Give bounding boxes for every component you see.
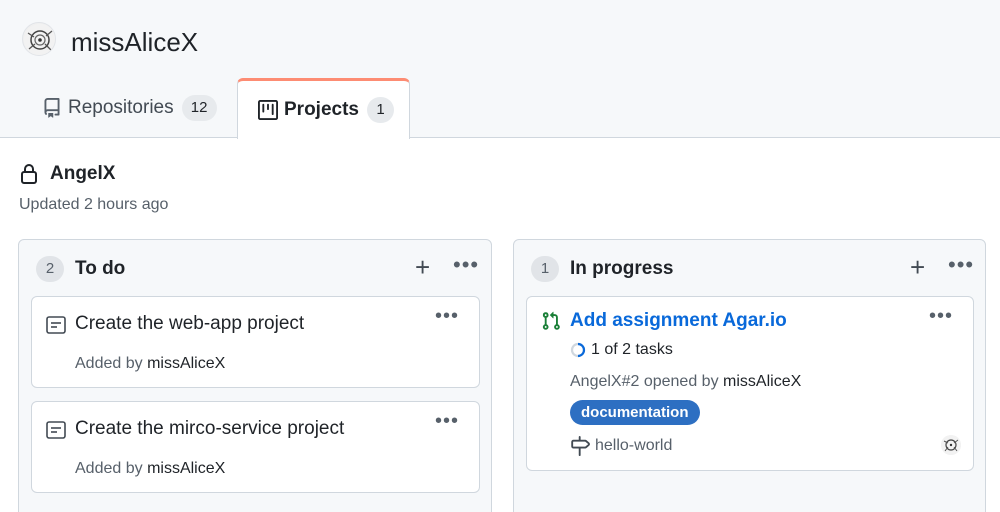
added-by-user-link[interactable]: missAliceX (147, 460, 225, 477)
column-card-count: 1 (531, 256, 559, 282)
milestone[interactable]: hello-world (570, 436, 672, 456)
note-icon (46, 421, 66, 439)
column-menu-button[interactable]: ••• (948, 254, 974, 276)
column-menu-button[interactable]: ••• (453, 254, 479, 276)
column-header: 2 To do + ••• (19, 254, 491, 284)
tab-repositories[interactable]: Repositories 12 (42, 78, 217, 138)
task-progress: 1 of 2 tasks (570, 341, 673, 359)
note-card[interactable]: Create the web-app project ••• Added by … (31, 296, 480, 388)
task-progress-ring-icon (570, 342, 586, 358)
add-card-button[interactable]: + (415, 254, 430, 280)
milestone-icon (570, 436, 590, 456)
pull-request-icon (541, 311, 561, 331)
note-meta: Added by missAliceX (75, 460, 225, 478)
repo-icon (42, 98, 62, 118)
label-documentation[interactable]: documentation (570, 400, 700, 425)
profile-header: missAliceX Repositories 12 Projects 1 (0, 0, 1000, 139)
note-card[interactable]: Create the mirco-service project ••• Add… (31, 401, 480, 493)
tab-projects[interactable]: Projects 1 (237, 78, 410, 139)
card-menu-button[interactable]: ••• (929, 305, 953, 328)
project-icon (258, 100, 278, 120)
project-title[interactable]: AngelX (50, 163, 115, 185)
card-menu-button[interactable]: ••• (435, 305, 459, 328)
column-title: To do (75, 258, 126, 279)
milestone-text: hello-world (595, 437, 673, 454)
issue-meta: AngelX#2 opened by missAliceX (570, 373, 801, 391)
column-card-count: 2 (36, 256, 64, 282)
assignee-avatar[interactable] (941, 435, 961, 455)
column-header: 1 In progress + ••• (514, 254, 985, 284)
card-menu-button[interactable]: ••• (435, 410, 459, 433)
column-title: In progress (570, 258, 674, 279)
added-by-user-link[interactable]: missAliceX (147, 355, 225, 372)
issue-ref-text: AngelX#2 opened by (570, 373, 719, 390)
note-text: Create the mirco-service project (75, 418, 345, 439)
added-by-label: Added by (75, 460, 143, 477)
owner-name[interactable]: missAliceX (71, 27, 198, 57)
project-title-row: AngelX (20, 163, 115, 185)
owner-avatar[interactable] (22, 22, 56, 56)
issue-author-link[interactable]: missAliceX (723, 373, 801, 390)
issue-card[interactable]: Add assignment Agar.io ••• 1 of 2 tasks … (526, 296, 974, 471)
added-by-label: Added by (75, 355, 143, 372)
project-updated-text: Updated 2 hours ago (19, 196, 169, 213)
project-count-badge: 1 (366, 97, 394, 123)
tab-label: Projects (284, 99, 359, 120)
repo-count-badge: 12 (181, 95, 217, 121)
tab-label: Repositories (68, 97, 174, 118)
note-icon (46, 316, 66, 334)
note-meta: Added by missAliceX (75, 355, 225, 373)
lock-icon (20, 163, 38, 185)
column-todo: 2 To do + ••• Create the web-app project… (18, 239, 492, 512)
issue-title-link[interactable]: Add assignment Agar.io (570, 310, 787, 332)
note-text: Create the web-app project (75, 313, 305, 334)
column-in-progress: 1 In progress + ••• Add assignment Agar.… (513, 239, 986, 512)
add-card-button[interactable]: + (910, 254, 925, 280)
task-progress-text: 1 of 2 tasks (591, 341, 673, 358)
